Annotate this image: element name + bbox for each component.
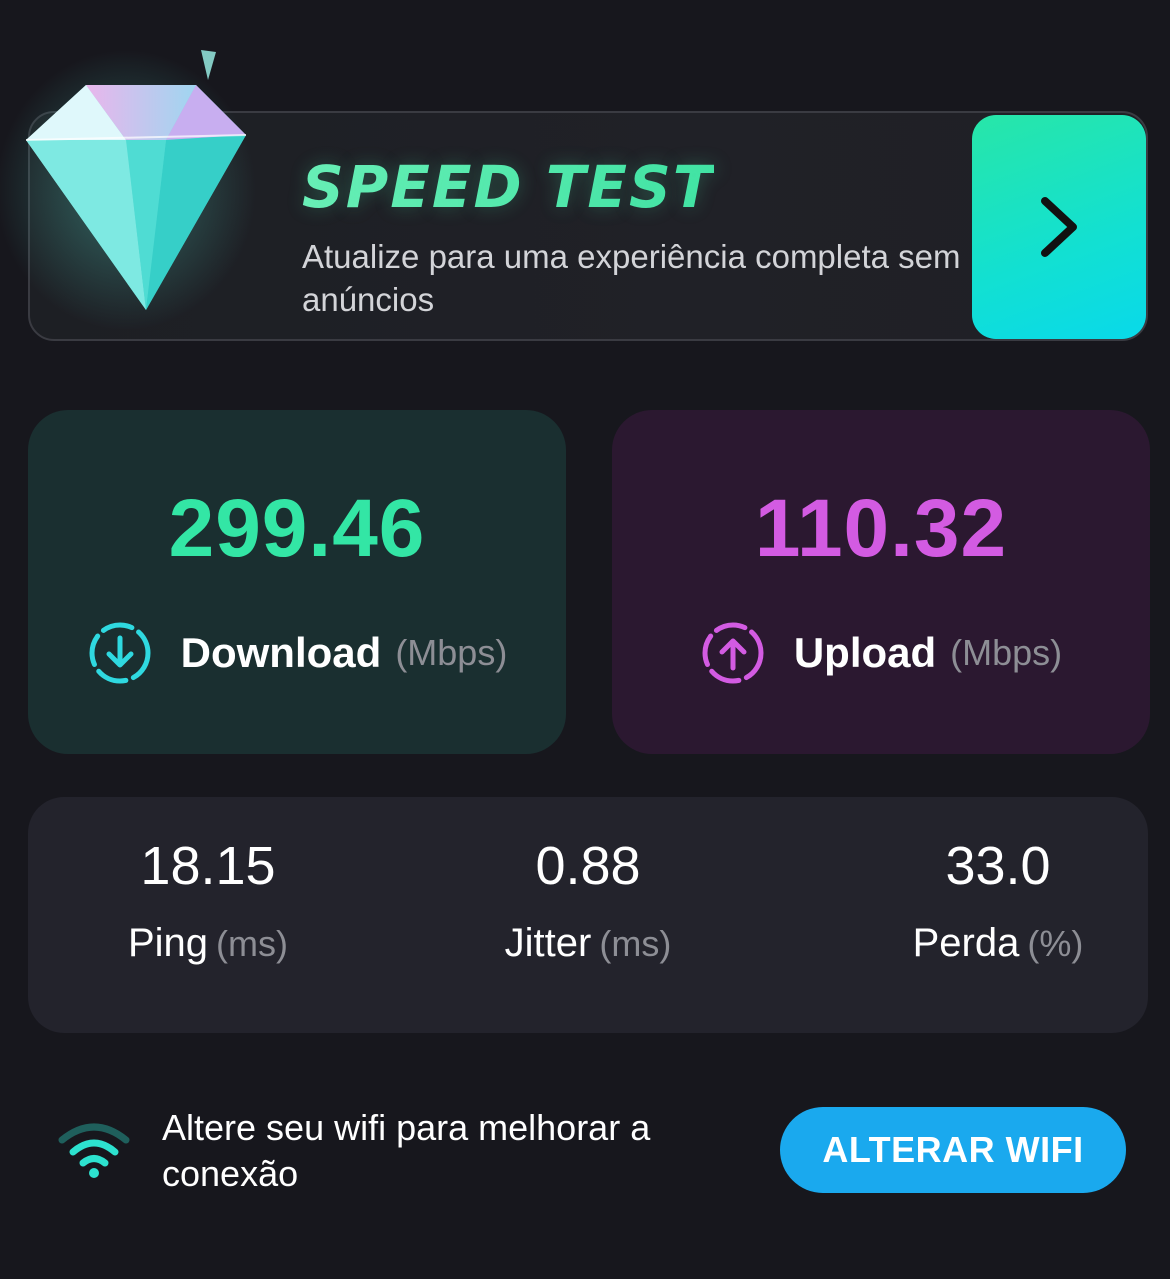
download-label: Download — [180, 629, 382, 676]
wifi-message: Altere seu wifi para melhorar a conexão — [162, 1107, 651, 1194]
ping-label: Ping — [127, 921, 209, 965]
upload-card: 110.32 Upload (Mbps) — [612, 410, 1150, 754]
download-unit: (Mbps) — [395, 632, 508, 673]
jitter-value: 0.88 — [535, 836, 641, 896]
promo-subtitle: Atualize para uma experiência completa s… — [302, 238, 961, 318]
chevron-right-icon — [1041, 197, 1077, 257]
loss-unit: (%) — [1027, 923, 1084, 964]
promo-title: SPEED TEST — [302, 153, 715, 221]
ping-value: 18.15 — [140, 836, 276, 896]
download-value: 299.46 — [168, 483, 426, 574]
upload-unit: (Mbps) — [950, 632, 1063, 673]
diamond-icon — [0, 50, 256, 330]
download-label-row: Download (Mbps) — [28, 620, 566, 686]
wifi-icon — [58, 1123, 130, 1178]
loss-label: Perda — [912, 921, 1020, 965]
upload-label: Upload — [793, 629, 937, 676]
promo-arrow-button[interactable] — [972, 115, 1146, 339]
upload-icon — [702, 622, 764, 684]
jitter-label: Jitter — [504, 921, 592, 965]
upload-value: 110.32 — [754, 483, 1008, 574]
loss-metric: 33.0 Perda (%) — [848, 835, 1148, 966]
change-wifi-button[interactable]: ALTERAR WIFI — [780, 1107, 1126, 1193]
ping-metric: 18.15 Ping (ms) — [58, 835, 358, 966]
speed-test-screen: SPEED TEST Atualize para uma experiência… — [0, 0, 1170, 1279]
upload-label-row: Upload (Mbps) — [612, 620, 1150, 686]
ping-unit: (ms) — [216, 923, 289, 964]
metrics-panel: 18.15 Ping (ms) 0.88 Jitter (ms) 33.0 Perd… — [28, 797, 1148, 1033]
download-card: 299.46 Download (Mbps) — [28, 410, 566, 754]
jitter-unit: (ms) — [599, 923, 672, 964]
loss-value: 33.0 — [945, 836, 1051, 896]
jitter-metric: 0.88 Jitter (ms) — [438, 835, 738, 966]
download-icon — [89, 622, 151, 684]
